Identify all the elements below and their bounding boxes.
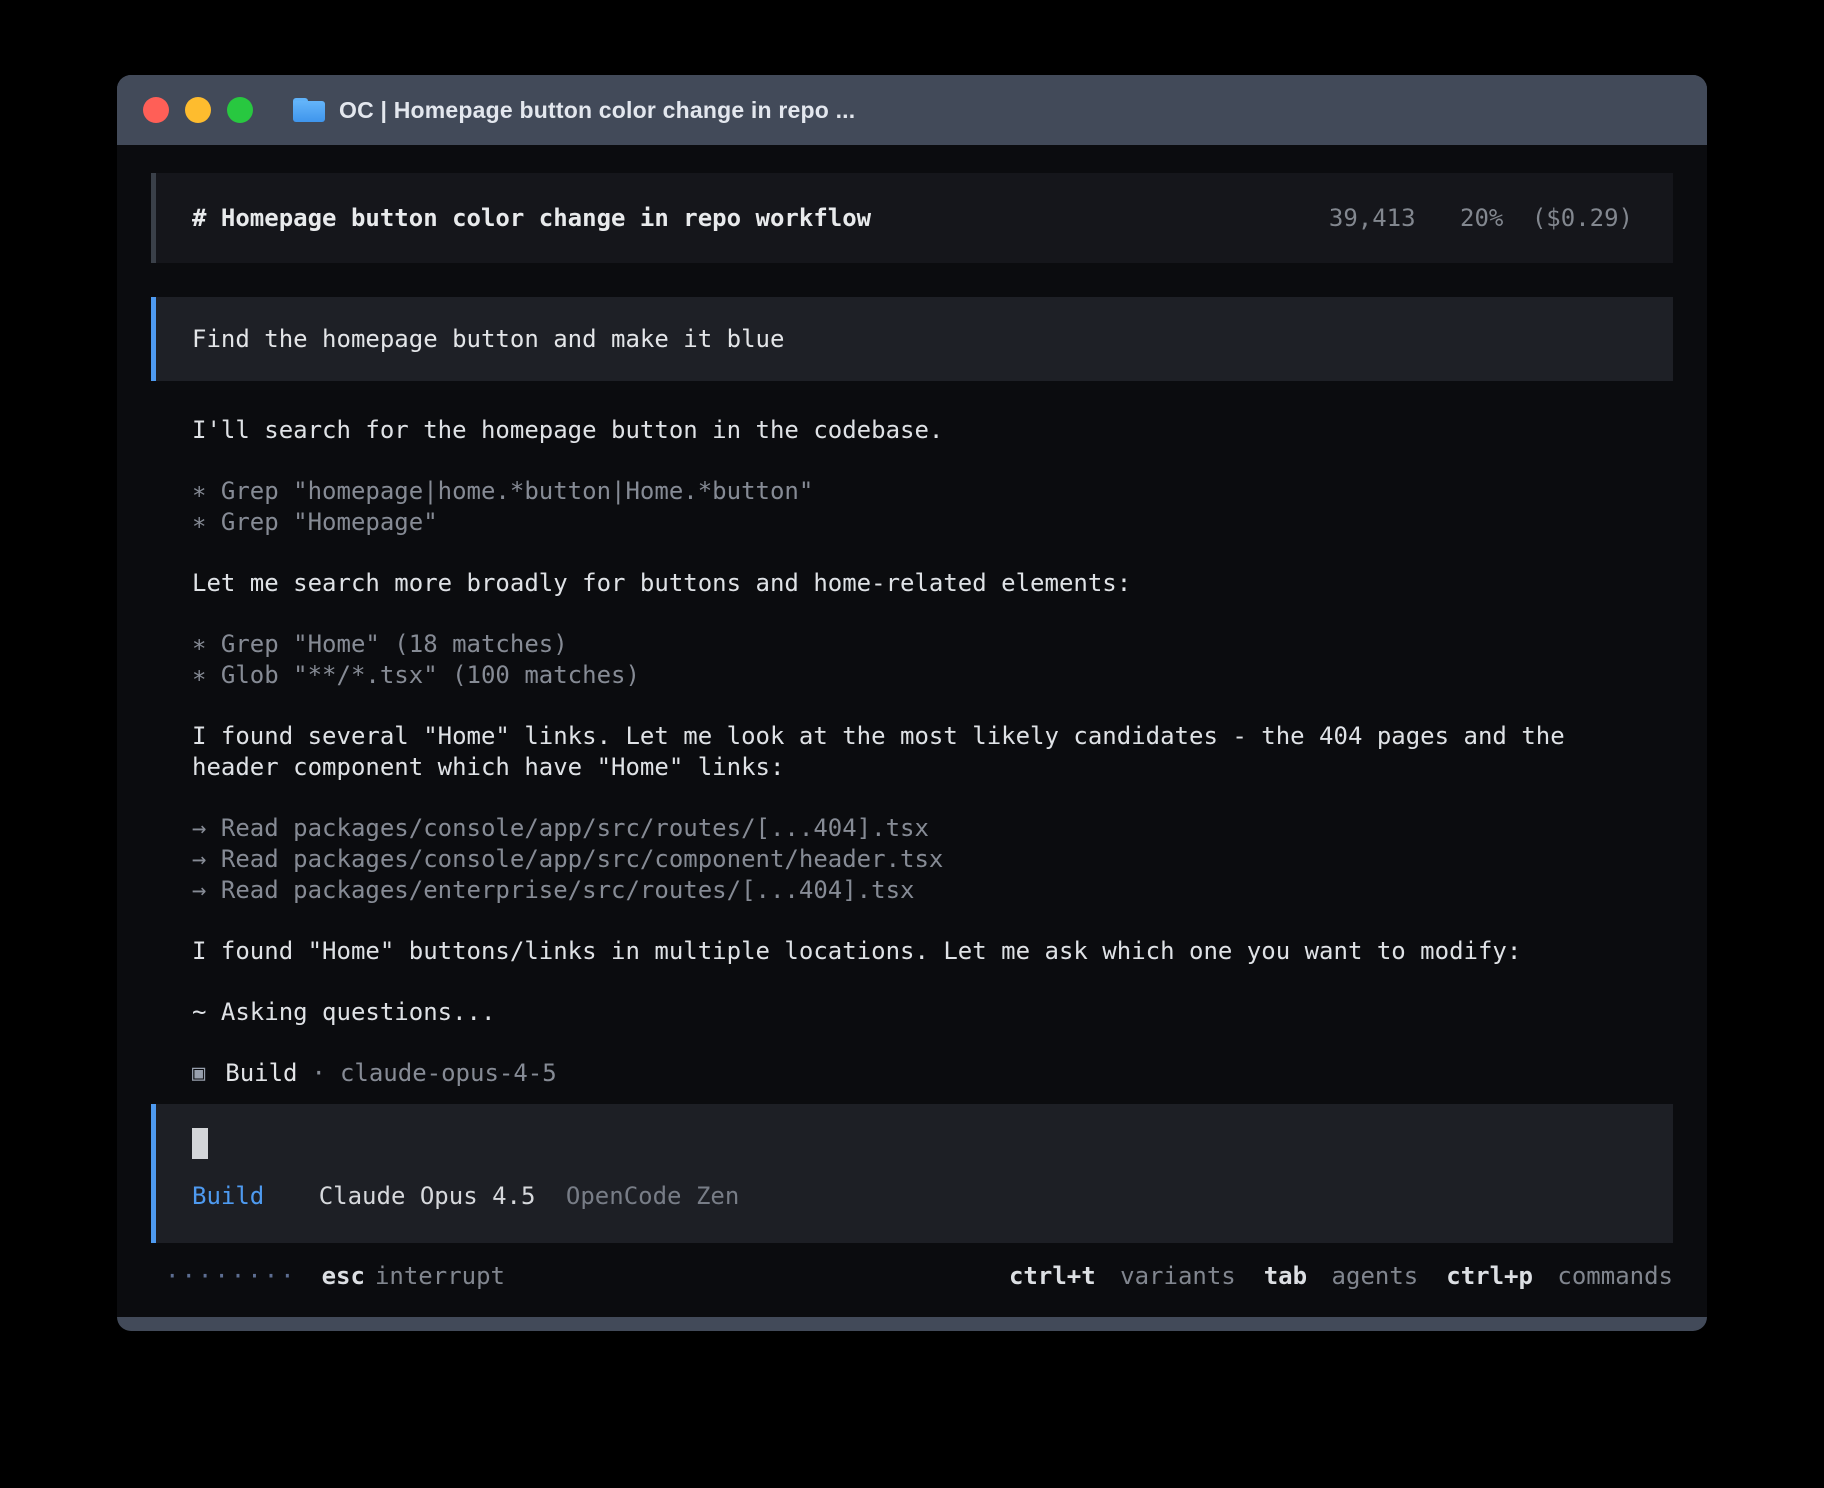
terminal-window: OC | Homepage button color change in rep…: [117, 75, 1707, 1331]
window-titlebar: OC | Homepage button color change in rep…: [117, 75, 1707, 145]
keybind-hint-agents: tab agents: [1264, 1261, 1419, 1292]
session-stats: 39,413 20% ($0.29): [1329, 203, 1633, 234]
session-title: # Homepage button color change in repo w…: [192, 203, 871, 234]
zoom-button[interactable]: [227, 97, 253, 123]
keybind-label: commands: [1557, 1262, 1673, 1290]
text-cursor: [192, 1128, 208, 1159]
user-message-text: Find the homepage button and make it blu…: [192, 324, 784, 355]
provider-label: OpenCode Zen: [566, 1182, 739, 1210]
session-cost: ($0.29): [1532, 204, 1633, 232]
keybind-hint-commands: ctrl+p commands: [1446, 1261, 1673, 1292]
close-button[interactable]: [143, 97, 169, 123]
esc-key-hint: esc: [322, 1261, 365, 1292]
tool-call-group: → Read packages/console/app/src/routes/[…: [192, 813, 1673, 906]
agent-name: Build: [225, 1058, 297, 1089]
agent-mode-label[interactable]: Build: [192, 1182, 264, 1210]
keybind-hint-variants: ctrl+t variants: [1009, 1261, 1236, 1292]
agent-model: claude-opus-4-5: [340, 1058, 557, 1089]
minimize-button[interactable]: [185, 97, 211, 123]
agent-badge-icon: ▣: [192, 1058, 205, 1089]
assistant-message: Let me search more broadly for buttons a…: [192, 568, 1647, 599]
user-message: Find the homepage button and make it blu…: [151, 297, 1673, 381]
tool-call-line: ∗ Grep "homepage|home.*button|Home.*butt…: [192, 476, 1673, 507]
agent-status-line: ▣ Build · claude-opus-4-5: [192, 1058, 1673, 1089]
assistant-message: I found several "Home" links. Let me loo…: [192, 721, 1647, 783]
window-title: OC | Homepage button color change in rep…: [339, 97, 855, 124]
assistant-message: I'll search for the homepage button in t…: [192, 415, 1647, 446]
tool-call-group: ∗ Grep "Home" (18 matches) ∗ Glob "**/*.…: [192, 629, 1673, 691]
keybind-key: ctrl+p: [1446, 1262, 1533, 1290]
status-right: ctrl+t variants tab agents ctrl+p comman…: [1009, 1261, 1673, 1292]
tool-call-line: → Read packages/enterprise/src/routes/[.…: [192, 875, 1673, 906]
tool-call-line: ∗ Glob "**/*.tsx" (100 matches): [192, 660, 1673, 691]
session-header: # Homepage button color change in repo w…: [151, 173, 1673, 263]
keybind-key: tab: [1264, 1262, 1307, 1290]
assistant-message: I found "Home" buttons/links in multiple…: [192, 936, 1647, 967]
traffic-lights: [143, 97, 253, 123]
keybind-label: agents: [1332, 1262, 1419, 1290]
prompt-input[interactable]: Build Claude Opus 4.5 OpenCode Zen: [151, 1104, 1673, 1243]
working-status: ~ Asking questions...: [192, 997, 1647, 1028]
status-bar: ········ esc interrupt ctrl+t variants t…: [151, 1261, 1673, 1292]
tool-call-line: ∗ Grep "Home" (18 matches): [192, 629, 1673, 660]
spinner-dots: ········: [165, 1261, 297, 1292]
desktop-background: { "window": { "title": "OC | Homepage bu…: [0, 0, 1824, 1488]
agent-separator: ·: [312, 1058, 326, 1089]
status-left: ········ esc interrupt: [165, 1261, 505, 1292]
conversation: I'll search for the homepage button in t…: [151, 415, 1673, 1089]
esc-key-label: interrupt: [375, 1261, 505, 1292]
tool-call-line: → Read packages/console/app/src/routes/[…: [192, 813, 1673, 844]
token-count: 39,413: [1329, 204, 1416, 232]
model-label: Claude Opus 4.5: [319, 1182, 536, 1210]
input-meta: Build Claude Opus 4.5 OpenCode Zen: [192, 1181, 1637, 1212]
tool-call-line: ∗ Grep "Homepage": [192, 507, 1673, 538]
terminal-content: # Homepage button color change in repo w…: [117, 145, 1707, 1317]
tool-call-line: → Read packages/console/app/src/componen…: [192, 844, 1673, 875]
keybind-label: variants: [1120, 1262, 1236, 1290]
tool-call-group: ∗ Grep "homepage|home.*button|Home.*butt…: [192, 476, 1673, 538]
keybind-key: ctrl+t: [1009, 1262, 1096, 1290]
context-percent: 20%: [1460, 204, 1503, 232]
folder-icon: [293, 98, 325, 122]
